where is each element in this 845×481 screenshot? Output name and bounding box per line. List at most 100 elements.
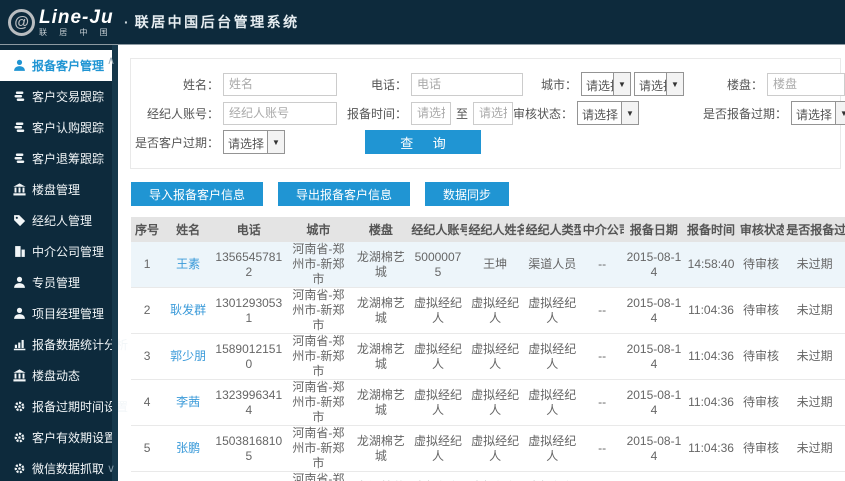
column-header: 是否报备过期 xyxy=(784,217,845,242)
cell-8: -- xyxy=(580,242,624,288)
cell-3: 河南省-郑州市-新郑市 xyxy=(284,287,353,334)
sidebar-item-2[interactable]: 客户交易跟踪 xyxy=(0,81,118,112)
building-input[interactable] xyxy=(767,72,845,96)
customer-expired-label: 是否客户过期： xyxy=(134,135,219,150)
cell-12: 未过期 xyxy=(784,471,845,481)
scroll-up-icon[interactable]: ∧ xyxy=(107,54,115,67)
sidebar-item-7[interactable]: 中介公司管理 xyxy=(0,236,118,267)
cell-3: 河南省-郑州市-新郑市 xyxy=(284,242,353,288)
cell-4: 龙湖棉艺城 xyxy=(352,242,410,288)
cell-11: 待审核 xyxy=(737,333,785,380)
column-header: 中介公司 xyxy=(580,217,624,242)
audit-status-select[interactable]: 请选择 ▼ xyxy=(577,101,640,125)
sidebar-scrollbar-track[interactable] xyxy=(112,45,118,481)
cell-6: 虚拟经纪人 xyxy=(466,333,524,380)
sidebar-item-8[interactable]: 专员管理 xyxy=(0,267,118,298)
cell-5: 虚拟经纪人 xyxy=(409,471,467,481)
to-label: 至 xyxy=(456,106,469,121)
sidebar-item-6[interactable]: 经纪人管理 xyxy=(0,205,118,236)
cell-9: 2015-08-14 xyxy=(623,287,685,334)
column-header: 经纪人姓名 xyxy=(466,217,524,242)
sidebar-item-11[interactable]: 楼盘动态 xyxy=(0,360,118,391)
cell-2: 13012930531 xyxy=(213,287,285,334)
cell-8: -- xyxy=(580,425,624,472)
gear-icon xyxy=(13,400,26,413)
agent-account-input[interactable] xyxy=(223,101,337,125)
cell-4: 龙湖棉艺城 xyxy=(352,287,410,334)
cell-5: 虚拟经纪人 xyxy=(409,287,467,334)
query-button[interactable]: 查 询 xyxy=(365,130,481,154)
sidebar-item-label: 报备客户管理 xyxy=(32,59,105,73)
city-select-2[interactable]: 请选择 ▼ xyxy=(634,72,684,96)
cell-12: 未过期 xyxy=(784,242,845,288)
report-time-from-input[interactable] xyxy=(411,101,451,125)
report-expired-select[interactable]: 请选择 ▼ xyxy=(791,101,845,125)
chevron-down-icon: ▼ xyxy=(613,73,630,95)
bank-icon xyxy=(13,369,26,382)
city-select-1[interactable]: 请选择 ▼ xyxy=(581,72,631,96)
sidebar-item-label: 专员管理 xyxy=(32,276,81,290)
title-dot: · xyxy=(124,14,129,30)
sidebar-item-12[interactable]: 报备过期时间设置 xyxy=(0,391,128,422)
coins-icon xyxy=(13,121,26,134)
sidebar-item-13[interactable]: 客户有效期设置 xyxy=(0,422,118,453)
customer-name-link[interactable]: 王素 xyxy=(163,242,214,288)
cell-6: 虚拟经纪人 xyxy=(466,287,524,334)
app-title-wrap: · 联居中国后台管理系统 xyxy=(124,12,300,32)
sidebar-item-label: 客户退筹跟踪 xyxy=(32,152,105,166)
gear-icon xyxy=(13,431,26,444)
table-row: 1 王素 13565457812 河南省-郑州市-新郑市 龙湖棉艺城 50000075 王坤… xyxy=(131,242,845,288)
export-button[interactable]: 导出报备客户信息 xyxy=(278,182,411,206)
customer-name-link[interactable]: 张鹏 xyxy=(163,425,214,472)
name-input[interactable] xyxy=(223,72,337,96)
import-button[interactable]: 导入报备客户信息 xyxy=(131,182,264,206)
column-header: 经纪人账号 xyxy=(409,217,467,242)
sidebar-item-14[interactable]: 微信数据抓取 xyxy=(0,453,118,481)
sidebar-item-5[interactable]: 楼盘管理 xyxy=(0,174,118,205)
logo-title: Line-Ju xyxy=(39,6,114,28)
cell-3: 河南省-郑州市-新郑市 xyxy=(284,333,353,380)
phone-input[interactable] xyxy=(411,72,523,96)
cell-6: 虚拟经纪人 xyxy=(466,425,524,472)
report-expired-value: 请选择 xyxy=(796,108,833,122)
cell-6: 虚拟经纪人 xyxy=(466,379,524,426)
customer-expired-select[interactable]: 请选择 ▼ xyxy=(223,130,285,154)
sidebar-item-1[interactable]: 报备客户管理 xyxy=(0,50,118,81)
cell-2: 15038168105 xyxy=(213,425,285,472)
sidebar-item-label: 楼盘管理 xyxy=(32,183,81,197)
customer-name-link[interactable]: 张兵 xyxy=(163,471,214,481)
sidebar-item-4[interactable]: 客户退筹跟踪 xyxy=(0,143,118,174)
cell-2: 18137865115 xyxy=(213,471,285,481)
cell-5: 50000075 xyxy=(409,242,467,288)
cell-8: -- xyxy=(580,471,624,481)
cell-4: 龙湖棉艺城 xyxy=(352,471,410,481)
cell-7: 虚拟经纪人 xyxy=(523,333,581,380)
app-header: @ Line-Ju 联 居 中 国 · 联居中国后台管理系统 xyxy=(0,0,845,45)
sidebar-item-label: 客户交易跟踪 xyxy=(32,90,105,104)
cell-10: 11:04:36 xyxy=(684,287,738,334)
logo-subtitle: 联 居 中 国 xyxy=(39,27,113,37)
sidebar-item-10[interactable]: 报备数据统计分析 xyxy=(0,329,128,360)
report-time-to-input[interactable] xyxy=(473,101,514,125)
gear-icon xyxy=(13,462,26,475)
sync-button[interactable]: 数据同步 xyxy=(425,182,510,206)
chevron-down-icon: ▼ xyxy=(666,73,683,95)
cell-2: 13565457812 xyxy=(213,242,285,288)
customer-name-link[interactable]: 李茜 xyxy=(163,379,214,426)
cell-12: 未过期 xyxy=(784,333,845,380)
column-header: 楼盘 xyxy=(352,217,410,242)
scroll-down-icon[interactable]: ∨ xyxy=(107,462,115,475)
filter-row-1: 姓名： 电话： 城市： 请选择 ▼ 请选择 ▼ 楼盘： xyxy=(131,72,845,96)
cell-10: 14:58:40 xyxy=(684,242,738,288)
cell-8: -- xyxy=(580,379,624,426)
cell-11: 待审核 xyxy=(737,287,785,334)
table-row: 2 耿发群 13012930531 河南省-郑州市-新郑市 龙湖棉艺城 虚拟经纪人 虚拟经纪… xyxy=(131,287,845,334)
customer-name-link[interactable]: 耿发群 xyxy=(163,287,214,334)
sidebar-item-3[interactable]: 客户认购跟踪 xyxy=(0,112,118,143)
sidebar-item-label: 楼盘动态 xyxy=(32,369,81,383)
cell-2: 15890121510 xyxy=(213,333,285,380)
sidebar-item-9[interactable]: 项目经理管理 xyxy=(0,298,118,329)
cell-12: 未过期 xyxy=(784,379,845,426)
column-header: 电话 xyxy=(213,217,285,242)
customer-name-link[interactable]: 郭少朋 xyxy=(163,333,214,380)
